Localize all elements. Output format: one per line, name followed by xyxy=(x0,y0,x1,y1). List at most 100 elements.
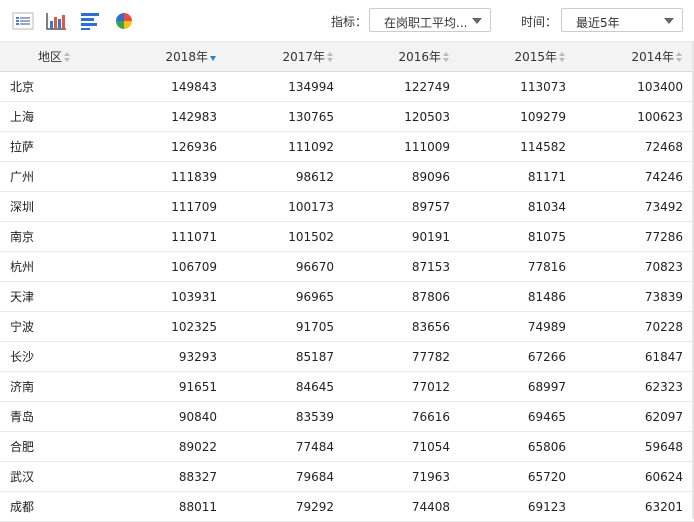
value-cell: 68997 xyxy=(461,371,577,402)
pie-chart-icon[interactable] xyxy=(113,10,135,32)
value-cell: 103931 xyxy=(110,281,228,312)
value-cell: 102325 xyxy=(110,311,228,342)
value-cell: 142983 xyxy=(110,101,228,132)
table-row[interactable]: 成都 88011 79292 74408 69123 63201 xyxy=(0,491,694,522)
list-view-icon[interactable] xyxy=(12,10,34,32)
value-cell: 81486 xyxy=(461,281,577,312)
value-cell: 74989 xyxy=(461,311,577,342)
column-header-region[interactable]: 地区 xyxy=(0,42,110,72)
value-cell: 130765 xyxy=(228,101,345,132)
value-cell: 62097 xyxy=(577,401,694,432)
value-cell: 89022 xyxy=(110,431,228,462)
value-cell: 79292 xyxy=(228,491,345,522)
column-header-2016[interactable]: 2016年 xyxy=(345,42,461,72)
value-cell: 65806 xyxy=(461,431,577,462)
time-select[interactable]: 最近5年 xyxy=(561,8,683,32)
value-cell: 91705 xyxy=(228,311,345,342)
region-cell: 上海 xyxy=(0,101,110,132)
region-cell: 青岛 xyxy=(0,401,110,432)
table-row[interactable]: 拉萨 126936 111092 111009 114582 72468 xyxy=(0,131,694,162)
value-cell: 83539 xyxy=(228,401,345,432)
value-cell: 59648 xyxy=(577,431,694,462)
value-cell: 88011 xyxy=(110,491,228,522)
indicator-value: 在岗职工平均... xyxy=(384,16,468,30)
value-cell: 91651 xyxy=(110,371,228,402)
value-cell: 122749 xyxy=(345,71,461,102)
table-row[interactable]: 宁波 102325 91705 83656 74989 70228 xyxy=(0,311,694,342)
sort-icon xyxy=(676,51,683,62)
table-row[interactable]: 长沙 93293 85187 77782 67266 61847 xyxy=(0,341,694,372)
value-cell: 81034 xyxy=(461,191,577,222)
data-table: 地区 2018年 2017年 2016年 2015年 2014年 北京 14984… xyxy=(0,42,694,522)
value-cell: 73492 xyxy=(577,191,694,222)
column-header-2018[interactable]: 2018年 xyxy=(110,42,228,72)
table-row[interactable]: 武汉 88327 79684 71963 65720 60624 xyxy=(0,461,694,492)
value-cell: 70228 xyxy=(577,311,694,342)
bar-chart-icon[interactable] xyxy=(45,10,67,32)
value-cell: 149843 xyxy=(110,71,228,102)
value-cell: 77484 xyxy=(228,431,345,462)
value-cell: 74408 xyxy=(345,491,461,522)
table-row[interactable]: 济南 91651 84645 77012 68997 62323 xyxy=(0,371,694,402)
table-row[interactable]: 上海 142983 130765 120503 109279 100623 xyxy=(0,101,694,132)
value-cell: 70823 xyxy=(577,251,694,282)
value-cell: 77286 xyxy=(577,221,694,252)
column-header-2017[interactable]: 2017年 xyxy=(228,42,345,72)
value-cell: 71963 xyxy=(345,461,461,492)
table-row[interactable]: 杭州 106709 96670 87153 77816 70823 xyxy=(0,251,694,282)
table-row[interactable]: 北京 149843 134994 122749 113073 103400 xyxy=(0,71,694,102)
value-cell: 90840 xyxy=(110,401,228,432)
value-cell: 76616 xyxy=(345,401,461,432)
region-cell: 天津 xyxy=(0,281,110,312)
value-cell: 87806 xyxy=(345,281,461,312)
indicator-label: 指标： xyxy=(331,15,368,29)
table-row[interactable]: 合肥 89022 77484 71054 65806 59648 xyxy=(0,431,694,462)
column-header-2014[interactable]: 2014年 xyxy=(577,42,694,72)
value-cell: 81075 xyxy=(461,221,577,252)
horizontal-bar-icon[interactable] xyxy=(79,10,101,32)
value-cell: 134994 xyxy=(228,71,345,102)
region-cell: 南京 xyxy=(0,221,110,252)
region-cell: 成都 xyxy=(0,491,110,522)
value-cell: 111839 xyxy=(110,161,228,192)
value-cell: 101502 xyxy=(228,221,345,252)
region-cell: 宁波 xyxy=(0,311,110,342)
value-cell: 69465 xyxy=(461,401,577,432)
time-label: 时间： xyxy=(521,15,558,29)
value-cell: 69123 xyxy=(461,491,577,522)
value-cell: 77782 xyxy=(345,341,461,372)
value-cell: 89096 xyxy=(345,161,461,192)
table-row[interactable]: 南京 111071 101502 90191 81075 77286 xyxy=(0,221,694,252)
value-cell: 111709 xyxy=(110,191,228,222)
sort-icon xyxy=(327,51,334,62)
indicator-select[interactable]: 在岗职工平均... xyxy=(369,8,491,32)
table-row[interactable]: 广州 111839 98612 89096 81171 74246 xyxy=(0,161,694,192)
table-row[interactable]: 天津 103931 96965 87806 81486 73839 xyxy=(0,281,694,312)
value-cell: 106709 xyxy=(110,251,228,282)
value-cell: 126936 xyxy=(110,131,228,162)
region-cell: 长沙 xyxy=(0,341,110,372)
table-header-row: 地区 2018年 2017年 2016年 2015年 2014年 xyxy=(0,42,694,72)
value-cell: 87153 xyxy=(345,251,461,282)
pie-slice xyxy=(124,13,132,21)
value-cell: 65720 xyxy=(461,461,577,492)
value-cell: 79684 xyxy=(228,461,345,492)
value-cell: 111009 xyxy=(345,131,461,162)
column-header-2015[interactable]: 2015年 xyxy=(461,42,577,72)
sort-icon xyxy=(559,51,566,62)
table-row[interactable]: 深圳 111709 100173 89757 81034 73492 xyxy=(0,191,694,222)
value-cell: 84645 xyxy=(228,371,345,402)
table-row[interactable]: 青岛 90840 83539 76616 69465 62097 xyxy=(0,401,694,432)
value-cell: 62323 xyxy=(577,371,694,402)
value-cell: 81171 xyxy=(461,161,577,192)
pie-slice xyxy=(116,21,124,29)
region-cell: 北京 xyxy=(0,71,110,102)
value-cell: 89757 xyxy=(345,191,461,222)
value-cell: 83656 xyxy=(345,311,461,342)
value-cell: 71054 xyxy=(345,431,461,462)
value-cell: 73839 xyxy=(577,281,694,312)
value-cell: 114582 xyxy=(461,131,577,162)
sort-desc-icon xyxy=(210,52,217,62)
value-cell: 74246 xyxy=(577,161,694,192)
value-cell: 60624 xyxy=(577,461,694,492)
